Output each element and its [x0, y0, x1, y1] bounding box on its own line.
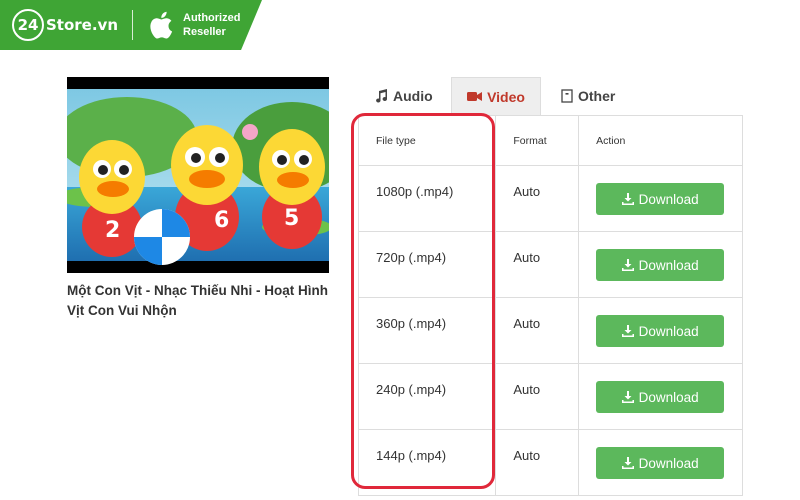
download-icon — [621, 391, 634, 403]
format-cell: Auto — [495, 363, 580, 430]
download-button[interactable]: Download — [596, 249, 725, 281]
download-icon — [621, 193, 634, 205]
file-type-cell: 720p (.mp4) — [357, 231, 497, 298]
table-row: 360p (.mp4) Auto Download — [357, 297, 743, 364]
download-button-label: Download — [638, 389, 699, 405]
download-icon — [621, 259, 634, 271]
file-type-cell: 240p (.mp4) — [357, 363, 497, 430]
file-type-cell: 144p (.mp4) — [357, 429, 497, 496]
jersey-number-1: 2 — [105, 218, 120, 243]
header-file-type: File type — [357, 115, 497, 166]
tab-video-label: Video — [487, 88, 525, 105]
apple-logo-icon — [150, 11, 173, 39]
download-icon — [621, 325, 634, 337]
action-cell: Download — [578, 231, 743, 298]
music-note-icon — [374, 89, 388, 103]
download-button-label: Download — [638, 455, 699, 471]
video-title: Một Con Vịt - Nhạc Thiếu Nhi - Hoạt Hình… — [67, 283, 328, 318]
authorized-line: Authorized — [183, 12, 241, 24]
action-cell: Download — [578, 165, 743, 232]
format-cell: Auto — [495, 297, 580, 364]
file-type-cell: 1080p (.mp4) — [357, 165, 497, 232]
action-cell: Download — [578, 297, 743, 364]
format-tabs: Audio Video Other — [358, 77, 743, 115]
tab-audio-label: Audio — [393, 88, 433, 104]
table-row: 1080p (.mp4) Auto Download — [357, 165, 743, 232]
jersey-number-2: 6 — [214, 208, 229, 233]
brand-banner: 24 Store.vn Authorized Reseller — [0, 0, 262, 50]
header-action: Action — [578, 115, 743, 166]
table-row: 720p (.mp4) Auto Download — [357, 231, 743, 298]
table-header-row: File type Format Action — [357, 115, 743, 166]
action-cell: Download — [578, 363, 743, 430]
brand-number-badge: 24 — [12, 9, 44, 41]
download-table: File type Format Action 1080p (.mp4) Aut… — [357, 115, 743, 496]
store-logo[interactable]: 24 Store.vn — [12, 9, 118, 41]
download-button[interactable]: Download — [596, 183, 725, 215]
table-row: 240p (.mp4) Auto Download — [357, 363, 743, 430]
file-type-cell: 360p (.mp4) — [357, 297, 497, 364]
format-cell: Auto — [495, 165, 580, 232]
tab-audio[interactable]: Audio — [374, 77, 433, 115]
brand-divider — [132, 10, 134, 40]
tab-other[interactable]: Other — [561, 77, 615, 115]
action-cell: Download — [578, 429, 743, 496]
brand-name: Store.vn — [46, 16, 119, 34]
download-button[interactable]: Download — [596, 315, 725, 347]
format-cell: Auto — [495, 429, 580, 496]
thumbnail-illustration: 2 6 5 — [67, 77, 329, 273]
download-button[interactable]: Download — [596, 447, 725, 479]
video-camera-icon — [467, 91, 483, 102]
download-button-label: Download — [638, 257, 699, 273]
format-cell: Auto — [495, 231, 580, 298]
authorized-reseller-text: Authorized Reseller — [183, 11, 240, 39]
download-button-label: Download — [638, 323, 699, 339]
table-row: 144p (.mp4) Auto Download — [357, 429, 743, 496]
header-format: Format — [495, 115, 580, 166]
download-button-label: Download — [638, 191, 699, 207]
jersey-number-3: 5 — [284, 206, 299, 231]
download-icon — [621, 457, 634, 469]
tab-video[interactable]: Video — [451, 77, 541, 115]
reseller-line: Reseller — [183, 26, 226, 38]
video-thumbnail[interactable]: 2 6 5 — [67, 77, 329, 273]
download-button[interactable]: Download — [596, 381, 725, 413]
tab-other-label: Other — [578, 88, 616, 104]
file-icon — [561, 89, 573, 103]
